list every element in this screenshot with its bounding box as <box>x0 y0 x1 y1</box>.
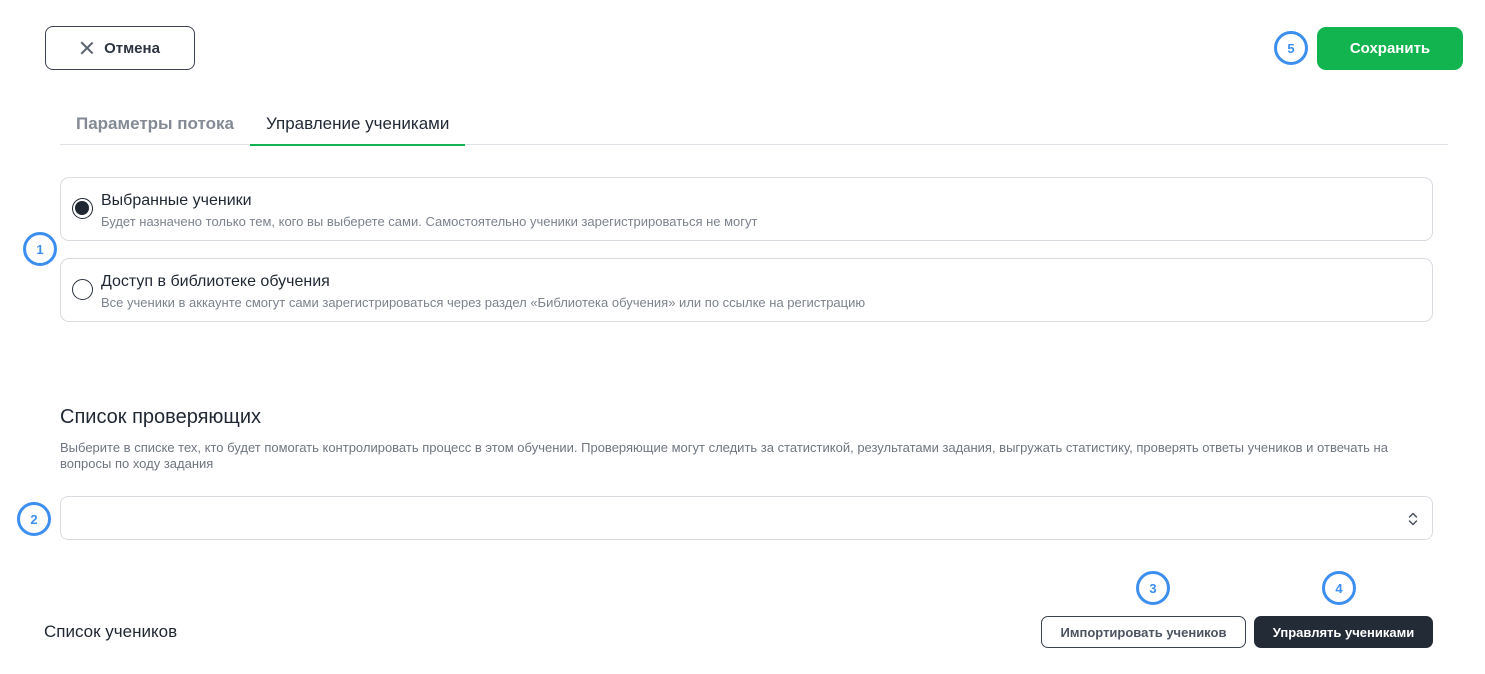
tab-stream-parameters[interactable]: Параметры потока <box>60 102 250 145</box>
chevron-up-down-icon <box>1408 512 1418 526</box>
marker-4: 4 <box>1322 571 1356 605</box>
cancel-label: Отмена <box>104 39 160 57</box>
radio-option-selected-students[interactable]: Выбранные ученики Будет назначено только… <box>60 177 1433 241</box>
reviewers-description: Выберите в списке тех, кто будет помогат… <box>60 440 1388 471</box>
radio-option-title: Доступ в библиотеке обучения <box>101 273 330 290</box>
marker-5: 5 <box>1274 31 1308 65</box>
manage-students-button[interactable]: Управлять учениками <box>1254 616 1433 648</box>
students-list-title: Список учеников <box>44 622 178 641</box>
radio-button-unchecked[interactable] <box>72 279 93 300</box>
radio-option-description: Все ученики в аккаунте смогут сами зарег… <box>101 295 866 310</box>
radio-option-description: Будет назначено только тем, кого вы выбе… <box>101 214 758 229</box>
tab-bar: Параметры потока Управление учениками <box>60 102 1448 146</box>
radio-option-title: Выбранные ученики <box>101 192 252 209</box>
marker-1: 1 <box>23 232 57 266</box>
tab-student-management[interactable]: Управление учениками <box>249 102 466 146</box>
reviewers-select[interactable] <box>60 496 1433 540</box>
import-students-button[interactable]: Импортировать учеников <box>1041 616 1246 648</box>
cancel-button[interactable]: Отмена <box>45 26 195 70</box>
page: Отмена 5 Сохранить Параметры потока Упра… <box>0 0 1485 674</box>
radio-option-library-access[interactable]: Доступ в библиотеке обучения Все ученики… <box>60 258 1433 322</box>
save-button[interactable]: Сохранить <box>1317 27 1463 70</box>
marker-3: 3 <box>1136 571 1170 605</box>
marker-2: 2 <box>17 502 51 536</box>
close-icon <box>80 41 94 55</box>
radio-button-checked[interactable] <box>72 198 93 219</box>
reviewers-title: Список проверяющих <box>60 406 262 428</box>
